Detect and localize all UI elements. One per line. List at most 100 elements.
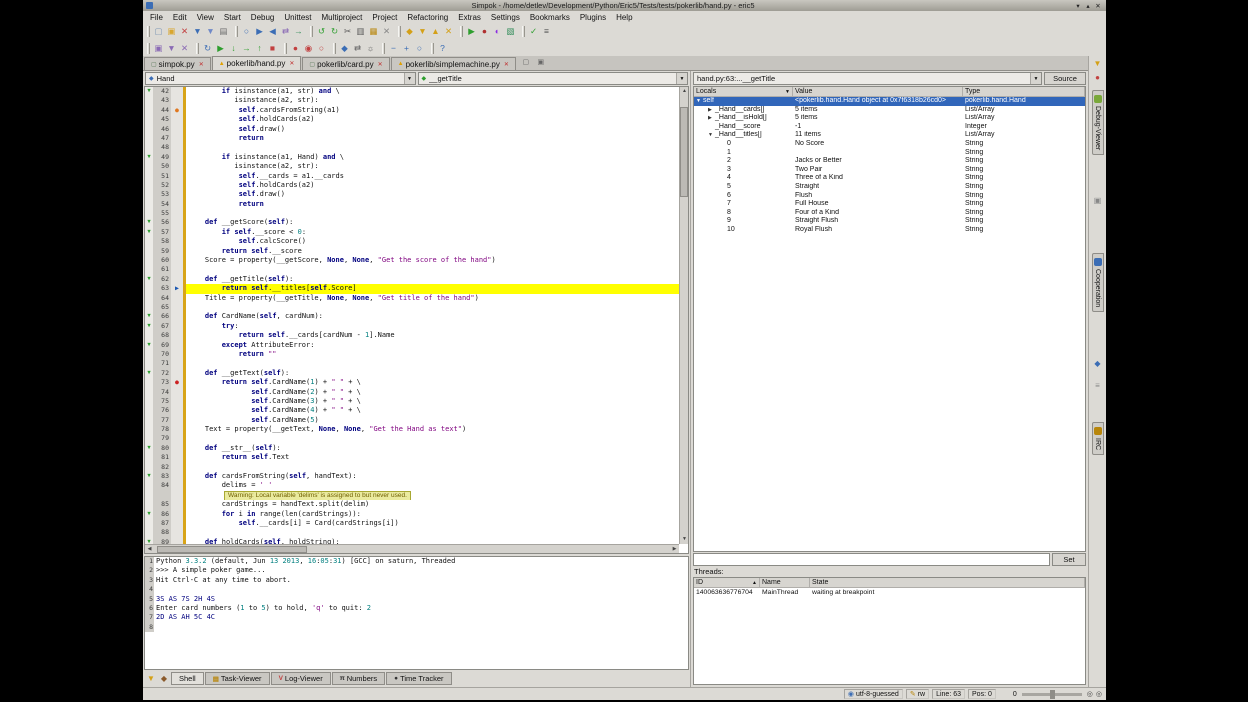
code-text[interactable]: return self.CardName(1) + " " + \ (186, 378, 679, 387)
scrollbar-thumb[interactable] (680, 107, 688, 197)
fold-marker[interactable] (145, 350, 153, 359)
fold-marker[interactable] (145, 416, 153, 425)
breakpoints-icon[interactable]: ● (1092, 72, 1104, 84)
marker-margin[interactable] (171, 125, 183, 134)
locals-row[interactable]: 10Royal FlushString (694, 226, 1085, 235)
marker-margin[interactable] (171, 519, 183, 528)
fold-marker[interactable] (145, 143, 153, 152)
code-text[interactable] (186, 463, 679, 472)
zoom-slider[interactable] (1022, 693, 1082, 696)
code-text[interactable]: return (186, 200, 679, 209)
locals-row[interactable]: 1String (694, 149, 1085, 158)
continue-icon[interactable]: ▶ (214, 42, 227, 55)
marker-margin[interactable] (171, 491, 183, 500)
code-text[interactable]: def __str__(self): (186, 444, 679, 453)
marker-margin[interactable] (171, 237, 183, 246)
maximize-icon[interactable]: ▴ (1083, 2, 1093, 10)
locals-row[interactable]: 0No ScoreString (694, 140, 1085, 149)
code-text[interactable]: def CardName(self, cardNum): (186, 312, 679, 321)
marker-margin[interactable] (171, 472, 183, 481)
line-number[interactable]: 52 (153, 181, 171, 190)
code-text[interactable]: if isinstance(a1, str) and \ (186, 87, 679, 96)
fold-marker[interactable] (145, 294, 153, 303)
fold-marker[interactable] (145, 425, 153, 434)
marker-margin[interactable] (171, 87, 183, 96)
next-breakpoint-icon[interactable]: ◉ (302, 42, 315, 55)
line-number[interactable]: 42 (153, 87, 171, 96)
encoding-status[interactable]: ◉ utf-8-guessed (844, 689, 903, 699)
fold-marker[interactable] (145, 359, 153, 368)
tab-numbers[interactable]: πNumbers (332, 672, 385, 685)
fold-marker[interactable] (145, 247, 153, 256)
search-next-icon[interactable]: ▶ (253, 25, 266, 38)
menu-multiproject[interactable]: Multiproject (317, 13, 368, 22)
code-text[interactable]: Title = property(__getTitle, None, None,… (186, 294, 679, 303)
profile-script-icon[interactable]: ◐ (491, 25, 504, 38)
compare-icon[interactable]: ⇄ (351, 42, 364, 55)
shell-line[interactable]: 1Python 3.3.2 (default, Jun 13 2013, 16:… (145, 557, 688, 566)
variable-input[interactable] (693, 553, 1050, 566)
menu-start[interactable]: Start (219, 13, 246, 22)
line-number[interactable]: 76 (153, 406, 171, 415)
line-number[interactable]: 72 (153, 369, 171, 378)
chevron-down-icon[interactable]: ▼ (404, 73, 415, 84)
fold-marker[interactable] (145, 331, 153, 340)
bookmark-clear-icon[interactable]: ✕ (442, 25, 455, 38)
code-text[interactable]: self.draw() (186, 125, 679, 134)
locals-row[interactable]: 8Four of a KindString (694, 209, 1085, 218)
code-text[interactable] (186, 434, 679, 443)
method-combo[interactable]: ◆ __getTitle ▼ (418, 72, 689, 85)
marker-margin[interactable] (171, 181, 183, 190)
set-button[interactable]: Set (1052, 553, 1086, 566)
fold-marker[interactable] (145, 406, 153, 415)
tab-close-icon[interactable]: ✕ (199, 61, 204, 68)
marker-margin[interactable] (171, 172, 183, 181)
line-number[interactable]: 71 (153, 359, 171, 368)
fold-marker[interactable] (145, 190, 153, 199)
code-text[interactable]: self.CardName(4) + " " + \ (186, 406, 679, 415)
marker-margin[interactable] (171, 190, 183, 199)
locals-row[interactable]: 9Straight FlushString (694, 217, 1085, 226)
fold-marker[interactable]: ▼ (145, 275, 153, 284)
line-number[interactable]: 74 (153, 388, 171, 397)
marker-margin[interactable] (171, 453, 183, 462)
toolbar-handle[interactable] (310, 26, 313, 37)
shell-line[interactable]: 8 (145, 623, 688, 632)
scroll-up-icon[interactable]: ▲ (680, 87, 689, 96)
code-text[interactable]: return self.__titles[self.Score] (186, 284, 679, 293)
line-number[interactable]: 46 (153, 125, 171, 134)
template-viewer-icon[interactable]: ▣ (1092, 195, 1104, 207)
code-text[interactable]: def __getText(self): (186, 369, 679, 378)
line-number[interactable]: 45 (153, 115, 171, 124)
line-number[interactable]: 43 (153, 96, 171, 105)
filter-icon[interactable]: ▼ (145, 673, 157, 685)
fold-marker[interactable] (145, 115, 153, 124)
code-text[interactable]: self.CardName(3) + " " + \ (186, 397, 679, 406)
project-save-icon[interactable]: ▼ (165, 42, 178, 55)
line-number[interactable]: 53 (153, 190, 171, 199)
tab-irc[interactable]: IRC (1092, 422, 1104, 455)
autocomplete-icon[interactable]: ≡ (540, 25, 553, 38)
editor-vertical-scrollbar[interactable]: ▲ ▼ (679, 87, 688, 544)
brush-icon[interactable]: ◆ (158, 673, 170, 685)
marker-margin[interactable] (171, 481, 183, 490)
tab-debug-viewer[interactable]: Debug-Viewer (1092, 90, 1104, 155)
spelling-icon[interactable]: ✓ (527, 25, 540, 38)
marker-margin[interactable] (171, 294, 183, 303)
fold-marker[interactable] (145, 106, 153, 115)
goto-line-icon[interactable]: → (292, 25, 305, 38)
line-number[interactable]: 85 (153, 500, 171, 509)
marker-margin[interactable] (171, 275, 183, 284)
locals-row[interactable]: ▶_Hand__cards[]5 itemsList/Array (694, 106, 1085, 115)
copy-icon[interactable]: ▥ (354, 25, 367, 38)
toolbar-handle[interactable] (333, 43, 336, 54)
marker-margin[interactable] (171, 425, 183, 434)
code-text[interactable]: self.cardsFromString(a1) (186, 106, 679, 115)
code-text[interactable] (186, 359, 679, 368)
line-number[interactable]: 49 (153, 153, 171, 162)
fold-marker[interactable] (145, 237, 153, 246)
undo-icon[interactable]: ↺ (315, 25, 328, 38)
line-number[interactable]: 57 (153, 228, 171, 237)
locals-row[interactable]: _Hand__score-1Integer (694, 123, 1085, 132)
code-text[interactable]: return self.__score (186, 247, 679, 256)
